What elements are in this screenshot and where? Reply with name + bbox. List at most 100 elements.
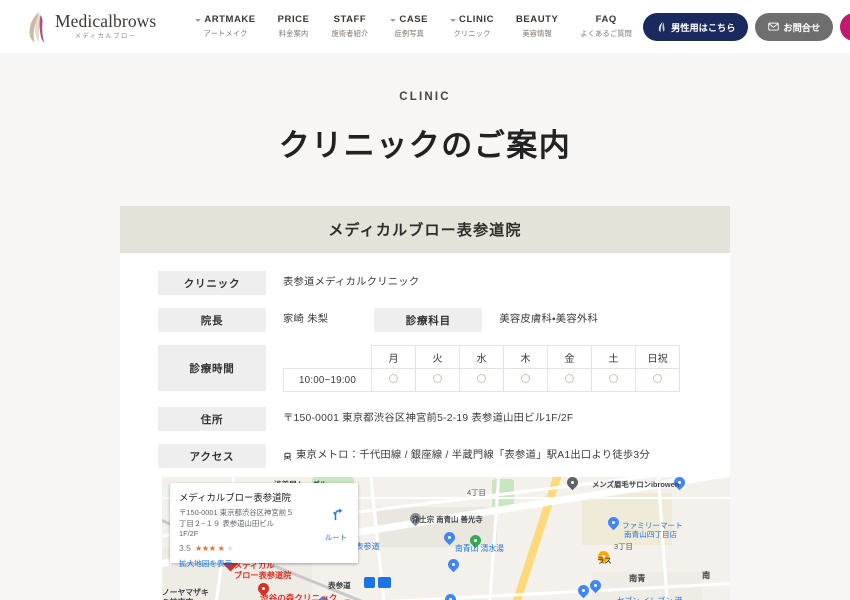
map-pin-poi[interactable] xyxy=(441,529,458,547)
page-title: クリニックのご案内 xyxy=(278,128,572,163)
directions-icon xyxy=(325,507,347,527)
route-label: ルート xyxy=(324,533,347,542)
detail-row-hours: 診療時間 月 火 水 木 金 土 日祝 10:00~19:00 xyxy=(158,345,692,392)
detail-pair-department: 診療科目 美容皮膚科・美容外科 xyxy=(374,308,598,332)
schedule-corner-cell xyxy=(283,345,372,369)
map-pin-poi[interactable] xyxy=(587,577,604,595)
value-department: 美容皮膚科・美容外科 xyxy=(499,314,598,325)
nav-label-en: BEAUTY xyxy=(516,14,558,25)
nav-text: STAFF xyxy=(333,14,367,25)
schedule-table: 月 火 水 木 金 土 日祝 10:00~19:00 xyxy=(283,345,680,392)
nav-item-faq[interactable]: FAQ よくあるご質問 xyxy=(569,14,643,39)
nav-item-staff[interactable]: STAFF 施術者紹介 xyxy=(320,14,379,39)
open-circle-icon xyxy=(477,374,486,383)
label-department: 診療科目 xyxy=(374,308,483,332)
schedule-mark-sat xyxy=(591,368,636,392)
detail-row-director: 院長 家崎 朱梨 診療科目 美容皮膚科・美容外科 xyxy=(158,308,692,332)
value-access-wrap: 東京メトロ：千代田線 / 銀座線 / 半蔵門線「表参道」駅A1出口より徒歩3分 xyxy=(283,444,650,468)
value-access: 東京メトロ：千代田線 / 銀座線 / 半蔵門線「表参道」駅A1出口より徒歩3分 xyxy=(296,450,650,461)
nav-label-en: CLINIC xyxy=(450,14,494,25)
schedule-day-sat: 土 xyxy=(591,345,636,369)
train-icon xyxy=(283,452,292,461)
nav-label-jp: よくあるご質問 xyxy=(580,29,633,38)
map-pin-poi[interactable] xyxy=(564,477,581,492)
chevron-down-icon xyxy=(390,19,397,22)
star-half-icon: ★ xyxy=(217,543,225,553)
map-pin-poi[interactable] xyxy=(605,514,622,532)
label-clinic: クリニック xyxy=(158,271,266,295)
nav-label-en: STAFF xyxy=(334,14,367,25)
star-empty-icon: ★ xyxy=(226,543,234,553)
nav-text: BEAUTY xyxy=(516,14,559,25)
map-pin-poi[interactable] xyxy=(445,556,462,574)
map-pin-poi[interactable] xyxy=(255,580,272,598)
logo-title: Medicalbrows xyxy=(55,11,157,32)
map-pin-poi[interactable] xyxy=(442,591,459,600)
site-header: Medicalbrows メディカルブロー ARTMAKE アートメイク PRI… xyxy=(0,0,850,53)
nav-label-jp: アートメイク xyxy=(203,29,248,38)
map-station-icon xyxy=(364,577,375,588)
nav-item-clinic[interactable]: CLINIC クリニック xyxy=(439,14,505,39)
schedule-mark-mon xyxy=(371,368,416,392)
map-pin-poi[interactable] xyxy=(595,548,612,566)
schedule-day-wed: 水 xyxy=(459,345,504,369)
nav-text: CLINIC xyxy=(459,14,494,25)
map-card-address: 〒150-0001 東京都渋谷区神宮前５丁目２−１９ 表参道山田ビル 1F/2F xyxy=(179,508,294,539)
schedule-day-tue: 火 xyxy=(415,345,460,369)
map-pin-poi[interactable] xyxy=(671,477,688,492)
star-icon: ★★★ xyxy=(194,543,216,553)
open-circle-icon xyxy=(565,374,574,383)
mens-site-button[interactable]: 男性用はこちら xyxy=(643,12,749,41)
map-card-title: メディカルブロー表参道院 xyxy=(179,492,291,503)
nav-item-beauty[interactable]: BEAUTY 美容情報 xyxy=(505,14,569,39)
contact-button[interactable]: お問合せ xyxy=(755,12,834,41)
open-circle-icon xyxy=(521,374,530,383)
open-circle-icon xyxy=(653,374,662,383)
map-pin-poi[interactable] xyxy=(467,532,484,550)
schedule-day-fri: 金 xyxy=(547,345,592,369)
schedule-time-row: 10:00~19:00 xyxy=(283,368,680,392)
nav-item-artmake[interactable]: ARTMAKE アートメイク xyxy=(184,14,266,39)
detail-row-access: アクセス 東京メトロ：千代田線 / 銀座線 / 半蔵門線「表参道」駅A1出口より… xyxy=(158,444,692,468)
nav-label-en: CASE xyxy=(390,14,428,25)
map-pin-poi[interactable] xyxy=(407,510,424,528)
map-station-icon xyxy=(378,577,391,588)
schedule-mark-tue xyxy=(415,368,460,392)
nav-item-case[interactable]: CASE 症例写真 xyxy=(379,14,439,39)
expand-map-link[interactable]: 拡大地図を表示 xyxy=(179,558,349,569)
label-address: 住所 xyxy=(158,407,266,431)
header-action-buttons: 男性用はこちら お問合せ xyxy=(643,12,850,41)
chevron-down-icon xyxy=(195,19,202,22)
schedule-mark-thu xyxy=(503,368,548,392)
nav-text: CASE xyxy=(399,14,429,25)
detail-row-address: 住所 〒150-0001 東京都渋谷区神宮前5-2-19 表参道山田ビル1F/2… xyxy=(158,407,692,431)
reservation-button[interactable]: ご予約 xyxy=(840,12,850,41)
value-director: 家崎 朱梨 xyxy=(283,314,329,325)
schedule-time: 10:00~19:00 xyxy=(283,368,372,392)
value-clinic: 表参道メディカルクリニック xyxy=(283,277,420,288)
nav-label-jp: 症例写真 xyxy=(394,29,424,38)
nav-label-jp: クリニック xyxy=(453,29,491,38)
location-map[interactable]: 渋美屋トーグルラポ4丁目メンズ眉毛サロンibrowen浄土宗 南青山 善光寺Ap… xyxy=(162,477,730,600)
button-label: お問合せ xyxy=(783,22,821,33)
clinic-details: クリニック 表参道メディカルクリニック 院長 家崎 朱梨 診療科目 美容皮膚科・… xyxy=(120,253,730,600)
feather-icon xyxy=(656,21,667,32)
page-header: CLINIC クリニックのご案内 xyxy=(0,53,850,165)
nav-label-en: ARTMAKE xyxy=(195,14,255,25)
map-pin-poi[interactable] xyxy=(575,582,592,600)
rating-value: 3.5 xyxy=(179,543,191,554)
open-circle-icon xyxy=(389,374,398,383)
logo-subtitle: メディカルブロー xyxy=(74,32,137,40)
map-info-card[interactable]: メディカルブロー表参道院 〒150-0001 東京都渋谷区神宮前５丁目２−１９ … xyxy=(170,483,358,568)
open-circle-icon xyxy=(433,374,442,383)
main-navigation: ARTMAKE アートメイク PRICE 料金案内 STAFF 施術者紹介 CA… xyxy=(184,14,643,39)
nav-label-jp: 料金案内 xyxy=(278,29,309,38)
detail-row-clinic: クリニック 表参道メディカルクリニック xyxy=(158,271,692,295)
map-route-button[interactable]: ルート xyxy=(325,507,347,545)
label-hours: 診療時間 xyxy=(158,345,266,391)
schedule-header-row: 月 火 水 木 金 土 日祝 xyxy=(283,345,680,369)
site-logo[interactable]: Medicalbrows メディカルブロー xyxy=(26,11,156,43)
open-circle-icon xyxy=(609,374,618,383)
schedule-mark-fri xyxy=(547,368,592,392)
nav-item-price[interactable]: PRICE 料金案内 xyxy=(267,14,321,39)
